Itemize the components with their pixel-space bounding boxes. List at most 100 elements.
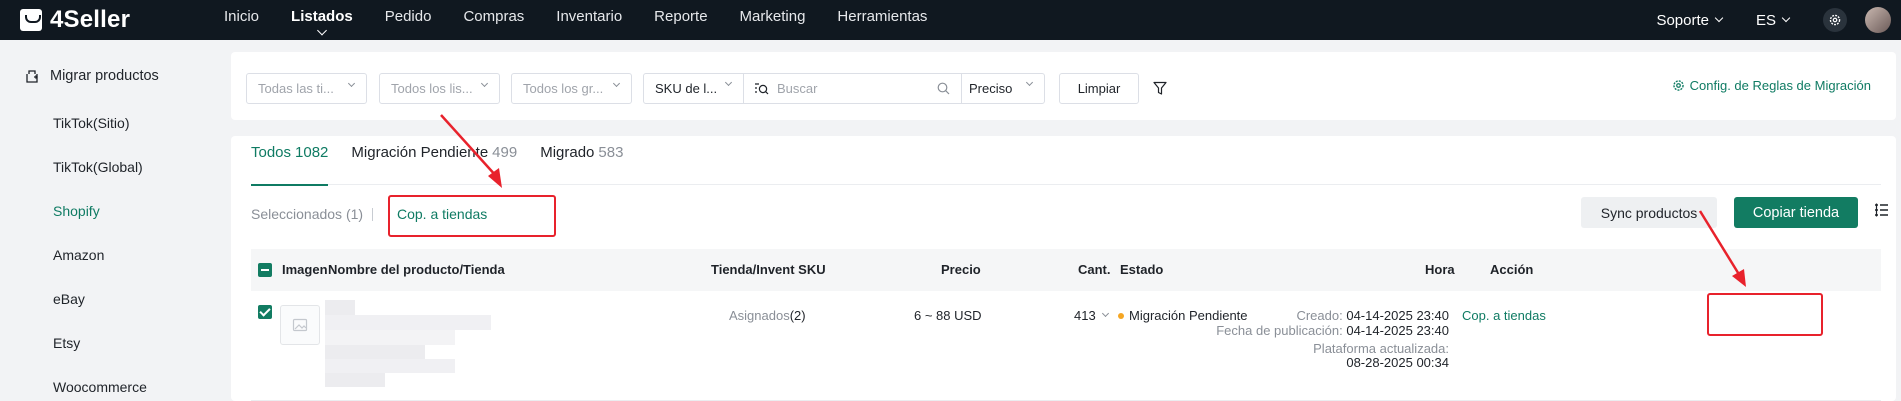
- brand-logo[interactable]: 4Seller: [20, 6, 195, 34]
- blurred-product-name: [325, 330, 455, 345]
- sidebar-header-migrate[interactable]: Migrar productos: [24, 68, 159, 84]
- group-filter-value: Todos los gr...: [523, 81, 604, 96]
- tab-pending-count: 499: [492, 144, 518, 161]
- status-text: Migración Pendiente: [1129, 308, 1248, 323]
- tab-migrated[interactable]: Migrado 583: [540, 136, 623, 185]
- listing-filter-value: Todos los lis...: [391, 81, 473, 96]
- language-label: ES: [1755, 11, 1776, 29]
- listing-filter-select[interactable]: Todos los lis...: [379, 73, 500, 104]
- col-price: Precio: [941, 262, 981, 277]
- nav-herramientas[interactable]: Herramientas: [837, 0, 927, 40]
- group-filter-select[interactable]: Todos los gr...: [511, 73, 632, 104]
- tab-pending-label: Migración Pendiente: [351, 144, 489, 161]
- sku-type-value: SKU de l...: [655, 81, 718, 96]
- blurred-store-name: [325, 373, 385, 387]
- table-header: Imagen Nombre del producto/Tienda Tienda…: [251, 249, 1881, 291]
- blurred-store-name: [325, 359, 455, 373]
- migration-rules-label: Config. de Reglas de Migración: [1689, 78, 1871, 93]
- sidebar-item-shopify[interactable]: Shopify: [53, 203, 100, 219]
- col-action: Acción: [1490, 262, 1534, 277]
- image-placeholder-icon: [292, 318, 308, 332]
- tab-all-count: 1082: [295, 144, 329, 161]
- chevron-down-icon: [1025, 78, 1034, 87]
- top-navigation-bar: 4Seller Inicio Listados Pedido Compras I…: [0, 0, 1901, 40]
- row-copy-to-stores-link[interactable]: Cop. a tiendas: [1462, 308, 1546, 323]
- nav-reporte[interactable]: Reporte: [654, 0, 707, 40]
- blurred-store-name: [325, 345, 425, 359]
- col-image: Imagen: [282, 262, 328, 277]
- product-thumbnail[interactable]: [280, 305, 320, 345]
- sidebar-item-amazon[interactable]: Amazon: [53, 247, 104, 263]
- created-value: 04-14-2025 23:40: [1346, 308, 1449, 323]
- sidebar: Migrar productos TikTok(Sitio) TikTok(Gl…: [0, 40, 231, 401]
- clear-button[interactable]: Limpiar: [1059, 73, 1139, 104]
- match-type-value: Preciso: [969, 81, 1013, 96]
- col-qty: Cant.: [1078, 262, 1111, 277]
- tab-all-label: Todos: [251, 144, 292, 161]
- match-type-select[interactable]: Preciso: [962, 74, 1044, 103]
- sidebar-item-etsy[interactable]: Etsy: [53, 335, 80, 351]
- assigned-label: Asignados: [729, 308, 790, 323]
- assigned-stores-link[interactable]: Asignados(2): [729, 308, 806, 323]
- chevron-down-icon: [724, 78, 733, 87]
- sidebar-item-woocommerce[interactable]: Woocommerce: [53, 379, 147, 395]
- settings-button[interactable]: [1823, 8, 1847, 32]
- nav-marketing[interactable]: Marketing: [740, 0, 806, 40]
- nav-compras[interactable]: Compras: [463, 0, 524, 40]
- copy-store-button[interactable]: Copiar tienda: [1734, 197, 1858, 228]
- gear-icon: [1829, 14, 1841, 26]
- filter-panel: Todas las ti... Todos los lis... Todos l…: [231, 52, 1896, 120]
- sidebar-item-tiktok-global[interactable]: TikTok(Global): [53, 159, 143, 175]
- sidebar-item-ebay[interactable]: eBay: [53, 291, 85, 307]
- annotation-box: [388, 195, 556, 237]
- tab-all[interactable]: Todos 1082: [251, 136, 329, 186]
- tab-migrated-count: 583: [598, 144, 624, 161]
- support-menu[interactable]: Soporte: [1656, 11, 1724, 29]
- chevron-down-icon: [1714, 13, 1724, 23]
- status-dot: [1118, 312, 1124, 319]
- search-mode-icon[interactable]: [754, 82, 769, 96]
- search-field[interactable]: Buscar: [744, 74, 962, 103]
- search-input[interactable]: Buscar: [777, 81, 817, 96]
- status-badge: Migración Pendiente: [1118, 308, 1248, 323]
- selected-count: Seleccionados (1): [251, 206, 364, 222]
- blurred-product-name: [325, 300, 355, 315]
- updated-time: 08-28-2025 00:34: [1346, 355, 1449, 370]
- search-icon[interactable]: [937, 82, 950, 95]
- nav-listados[interactable]: Listados: [291, 0, 353, 40]
- table-row: Asignados(2) 6 ~ 88 USD 413 Migración Pe…: [251, 291, 1881, 401]
- nav-pedido[interactable]: Pedido: [385, 0, 432, 40]
- sidebar-header-label: Migrar productos: [50, 68, 159, 84]
- created-time: Creado: 04-14-2025 23:40: [1296, 308, 1449, 323]
- chevron-down-icon: [612, 79, 621, 88]
- main-panel: Todos 1082 Migración Pendiente 499 Migra…: [231, 136, 1896, 401]
- tab-pending[interactable]: Migración Pendiente 499: [351, 136, 517, 185]
- quantity-dropdown[interactable]: 413: [1074, 308, 1109, 323]
- sync-products-button[interactable]: Sync productos: [1581, 197, 1717, 228]
- support-label: Soporte: [1656, 11, 1709, 29]
- migrate-icon: [26, 70, 38, 83]
- user-avatar[interactable]: [1865, 7, 1891, 33]
- published-value: 04-14-2025 23:40: [1346, 323, 1449, 338]
- select-all-checkbox[interactable]: [258, 263, 272, 277]
- quantity-value: 413: [1074, 308, 1096, 323]
- col-name: Nombre del producto/Tienda: [328, 262, 505, 277]
- col-store-sku: Tienda/Invent SKU: [711, 262, 826, 277]
- store-filter-value: Todas las ti...: [258, 81, 334, 96]
- row-checkbox[interactable]: [258, 305, 272, 319]
- brand-name: 4Seller: [50, 6, 131, 33]
- updated-time-label: Plataforma actualizada:: [1313, 341, 1449, 356]
- migration-rules-link[interactable]: Config. de Reglas de Migración: [1672, 78, 1871, 93]
- sidebar-item-tiktok-sitio[interactable]: TikTok(Sitio): [53, 115, 130, 131]
- created-label: Creado:: [1296, 308, 1343, 323]
- price-range: 6 ~ 88 USD: [914, 308, 982, 323]
- nav-inventario[interactable]: Inventario: [556, 0, 622, 40]
- status-tabs: Todos 1082 Migración Pendiente 499 Migra…: [251, 136, 1881, 186]
- column-settings-icon[interactable]: [1874, 203, 1889, 217]
- chevron-down-icon: [480, 79, 489, 88]
- language-menu[interactable]: ES: [1755, 11, 1791, 29]
- sku-type-select[interactable]: SKU de l...: [644, 74, 744, 103]
- nav-inicio[interactable]: Inicio: [224, 0, 259, 40]
- store-filter-select[interactable]: Todas las ti...: [246, 73, 367, 104]
- filter-icon[interactable]: [1153, 81, 1167, 96]
